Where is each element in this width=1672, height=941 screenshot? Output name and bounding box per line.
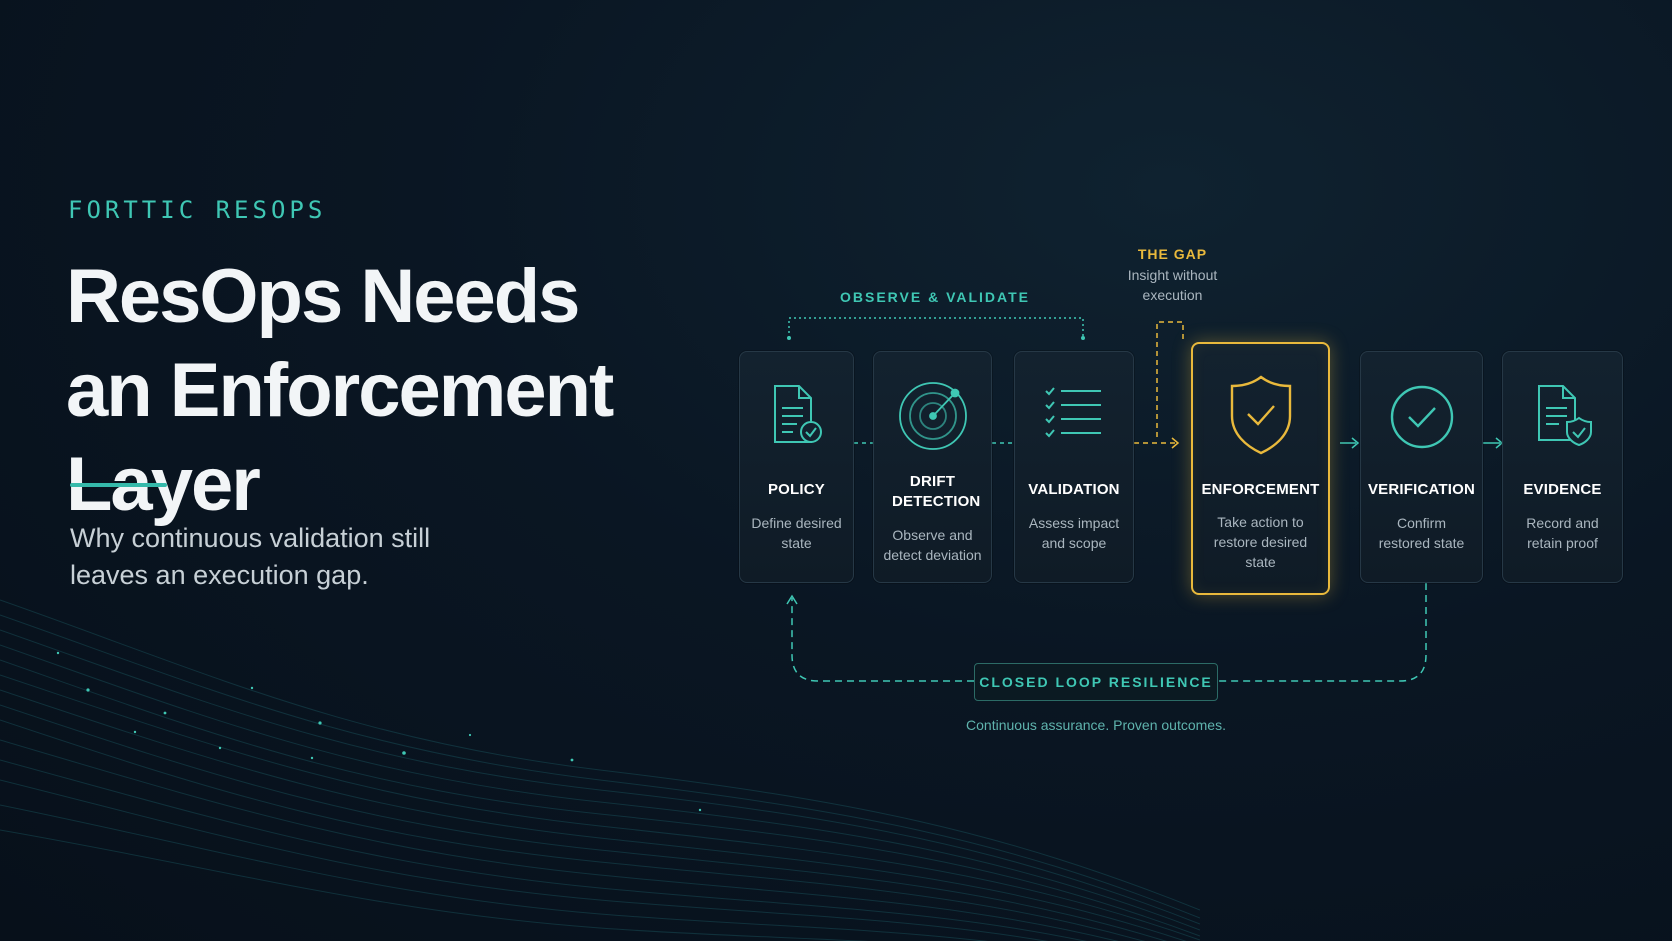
step-title: VALIDATION xyxy=(1028,481,1120,498)
shield-check-icon xyxy=(1228,374,1294,461)
step-title: DRIFT DETECTION xyxy=(892,473,981,510)
gap-description: Insight without execution xyxy=(1127,267,1218,303)
step-title: ENFORCEMENT xyxy=(1201,481,1320,498)
observe-validate-label: OBSERVE & VALIDATE xyxy=(839,289,1031,305)
gap-title: THE GAP xyxy=(1137,246,1208,262)
check-circle-icon xyxy=(1389,384,1455,455)
closed-loop-caption: Continuous assurance. Proven outcomes. xyxy=(966,717,1226,733)
step-card-validation: VALIDATION Assess impact and scope xyxy=(1014,351,1134,583)
step-title: POLICY xyxy=(767,481,826,498)
step-card-verification: VERIFICATION Confirm restored state xyxy=(1360,351,1483,583)
step-title: VERIFICATION xyxy=(1367,481,1476,498)
step-card-enforcement: ENFORCEMENT Take action to restore desir… xyxy=(1191,342,1330,595)
step-card-policy: POLICY Define desired state xyxy=(739,351,854,583)
radar-icon xyxy=(897,380,969,457)
step-description: Observe and detect deviation xyxy=(883,527,982,563)
step-description: Take action to restore desired state xyxy=(1213,514,1308,570)
step-card-evidence: EVIDENCE Record and retain proof xyxy=(1502,351,1623,583)
step-description: Assess impact and scope xyxy=(1028,515,1120,551)
document-shield-icon xyxy=(1533,382,1593,453)
step-card-drift-detection: DRIFT DETECTION Observe and detect devia… xyxy=(873,351,992,583)
closed-loop-label: CLOSED LOOP RESILIENCE xyxy=(974,663,1218,701)
policy-document-icon xyxy=(769,382,825,453)
step-description: Record and retain proof xyxy=(1526,515,1599,551)
step-description: Confirm restored state xyxy=(1378,515,1465,551)
checklist-icon xyxy=(1043,384,1105,451)
step-description: Define desired state xyxy=(751,515,842,551)
step-title: EVIDENCE xyxy=(1523,481,1602,498)
